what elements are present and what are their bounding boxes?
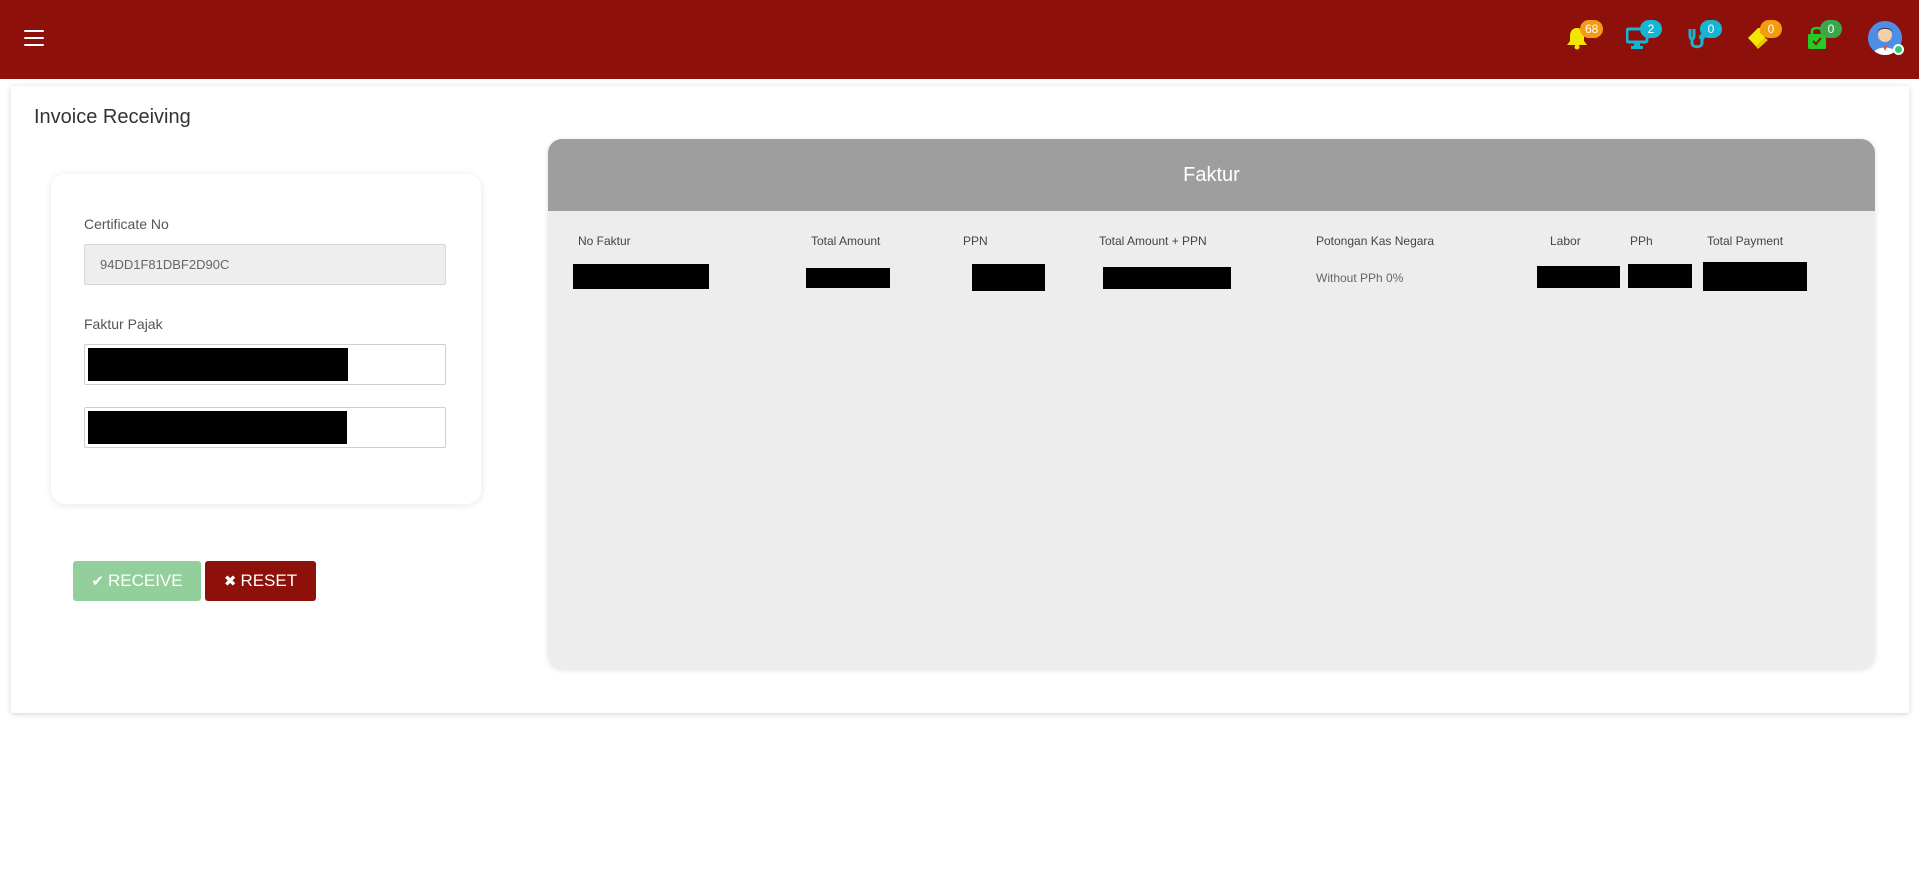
receive-button[interactable]: ✔ RECEIVE <box>73 561 201 601</box>
page-title: Invoice Receiving <box>34 106 191 128</box>
shopping-bag-button[interactable]: 0 <box>1804 20 1842 56</box>
redacted-value <box>88 411 347 444</box>
online-status-dot <box>1893 44 1904 55</box>
top-navbar: 68 2 0 0 0 <box>0 0 1919 79</box>
potongan-value: Without PPh 0% <box>1316 271 1404 285</box>
faktur-title: Faktur <box>548 139 1875 211</box>
faktur-pajak-input-2[interactable] <box>84 407 446 448</box>
redacted-total-amount <box>806 268 890 288</box>
main-card: Invoice Receiving Certificate No 94DD1F8… <box>11 86 1909 713</box>
column-header-total-amount: Total Amount <box>811 234 881 248</box>
stethoscope-count-badge: 0 <box>1700 20 1722 38</box>
monitor-count-badge: 2 <box>1640 20 1662 38</box>
tags-button[interactable]: 0 <box>1744 20 1782 56</box>
reset-button[interactable]: ✖ RESET <box>205 561 316 601</box>
redacted-value <box>88 348 348 381</box>
column-header-no-faktur: No Faktur <box>578 234 631 248</box>
faktur-pajak-label: Faktur Pajak <box>84 316 163 332</box>
column-header-potongan-kas-negara: Potongan Kas Negara <box>1316 234 1435 248</box>
reset-label: RESET <box>240 571 298 590</box>
receive-label: RECEIVE <box>107 571 183 590</box>
stethoscope-button[interactable]: 0 <box>1684 20 1722 56</box>
tags-count-badge: 0 <box>1760 20 1782 38</box>
column-header-ppn: PPN <box>963 234 988 248</box>
bell-count-badge: 68 <box>1580 20 1604 38</box>
redacted-labor <box>1537 266 1620 288</box>
certificate-no-label: Certificate No <box>84 216 169 232</box>
column-header-labor: Labor <box>1550 234 1581 248</box>
close-icon: ✖ <box>223 573 237 590</box>
faktur-pajak-input-1[interactable] <box>84 344 446 385</box>
column-header-total-amount-ppn: Total Amount + PPN <box>1099 234 1207 248</box>
invoice-form-panel: Certificate No 94DD1F81DBF2D90C Faktur P… <box>51 174 481 504</box>
notification-bell-button[interactable]: 68 <box>1564 20 1604 56</box>
column-header-pph: PPh <box>1630 234 1653 248</box>
redacted-no-faktur <box>573 264 709 289</box>
monitor-button[interactable]: 2 <box>1624 20 1662 56</box>
faktur-panel: Faktur No Faktur Total Amount PPN Total … <box>548 139 1875 669</box>
check-icon: ✔ <box>91 573 104 590</box>
bag-count-badge: 0 <box>1820 20 1842 38</box>
redacted-total-payment <box>1703 262 1807 291</box>
redacted-ppn <box>972 264 1045 291</box>
redacted-total-amount-ppn <box>1103 267 1231 289</box>
hamburger-menu-icon[interactable] <box>24 30 44 46</box>
certificate-no-input[interactable]: 94DD1F81DBF2D90C <box>84 244 446 285</box>
redacted-pph <box>1628 264 1692 288</box>
column-header-total-payment: Total Payment <box>1707 234 1784 248</box>
